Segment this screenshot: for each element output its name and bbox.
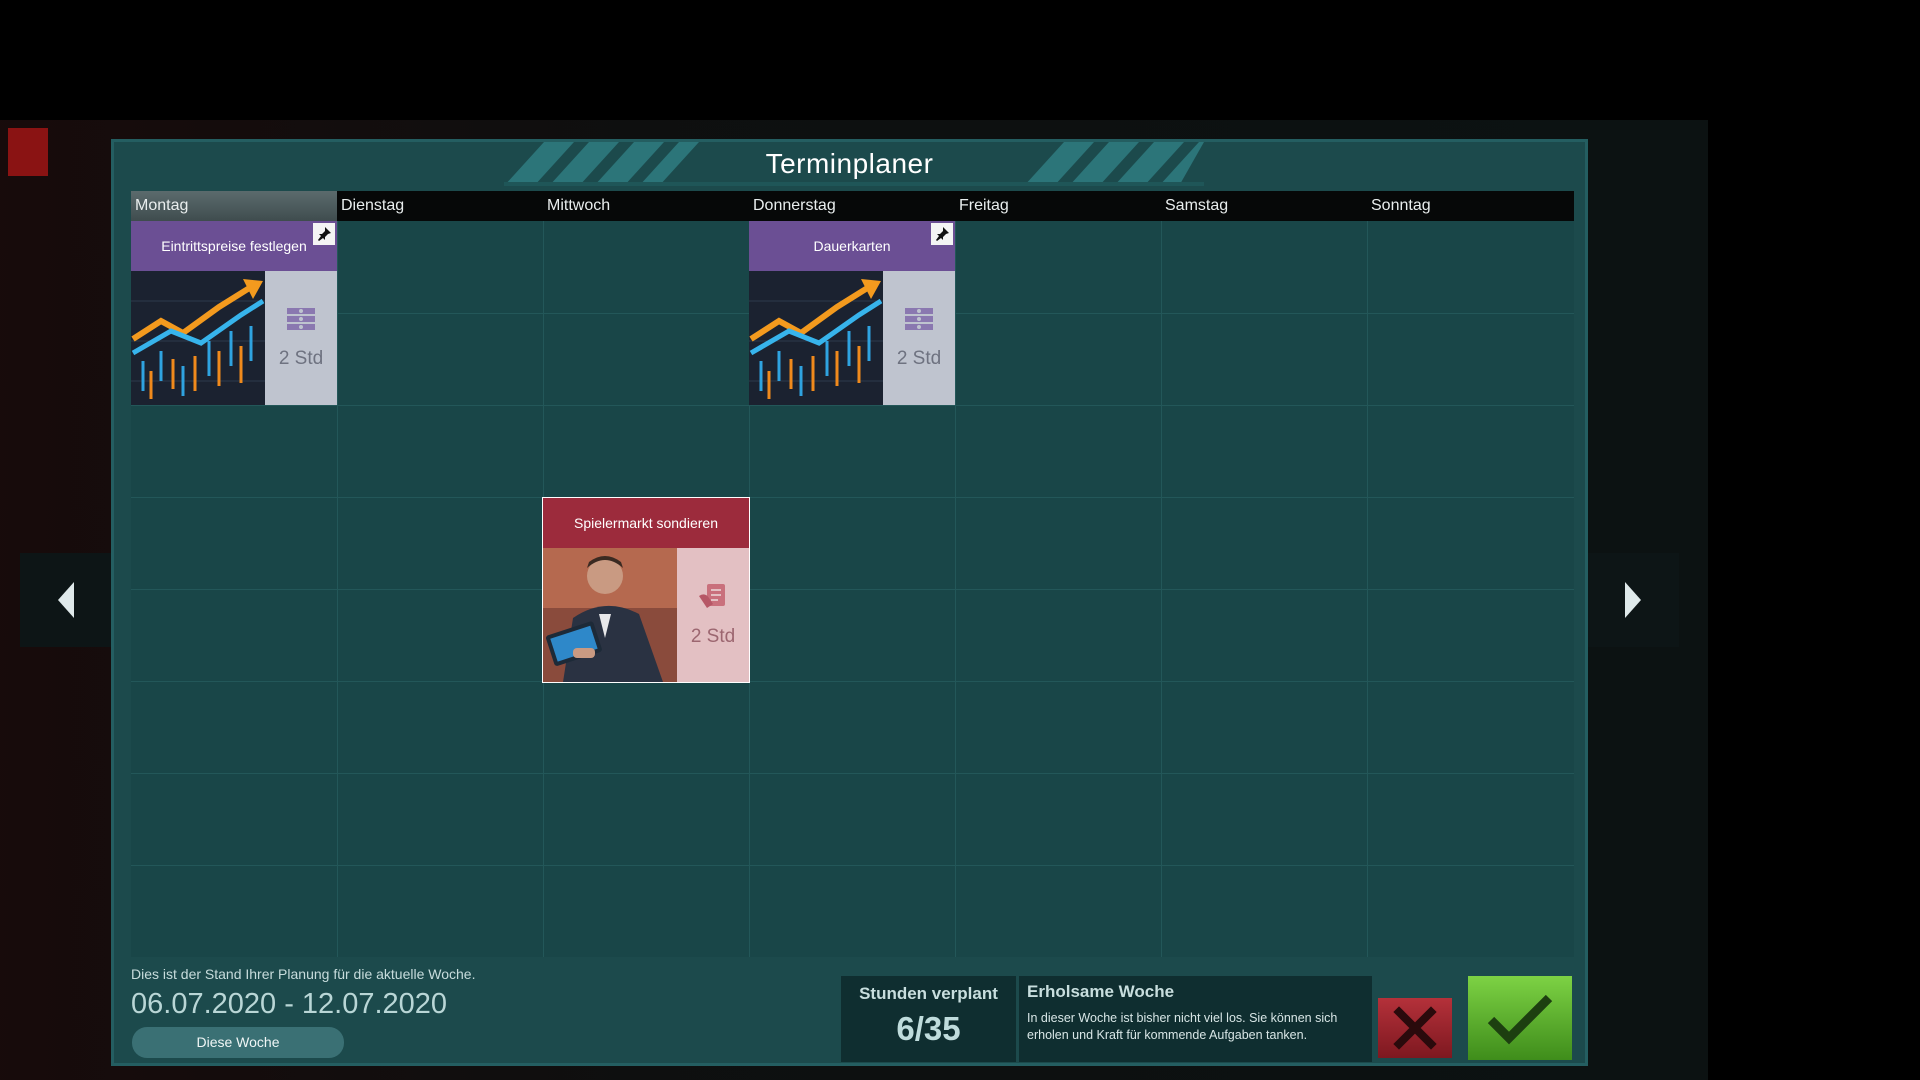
- hours-planned-value: 6/35: [896, 1010, 961, 1047]
- week-status-title: Erholsame Woche: [1027, 982, 1175, 1001]
- hours-planned-label: Stunden verplant: [859, 984, 998, 1003]
- background-badge: [8, 128, 48, 176]
- close-icon: [1393, 1006, 1437, 1050]
- grid-line: [131, 773, 1574, 774]
- day-header-sonntag[interactable]: Sonntag: [1367, 191, 1574, 221]
- day-header-dienstag[interactable]: Dienstag: [337, 191, 543, 221]
- pin-icon[interactable]: [313, 223, 335, 245]
- scheduler-dialog: Terminplaner Montag Dienstag Mittwoch Do…: [111, 139, 1588, 1066]
- planning-note: Dies ist der Stand Ihrer Planung für die…: [131, 966, 476, 982]
- task-title: Spielermarkt sondieren: [543, 498, 749, 548]
- week-grid: Montag Dienstag Mittwoch Donnerstag Frei…: [131, 191, 1574, 957]
- task-side-panel: 2 Std: [265, 271, 337, 405]
- hours-planned-panel: Stunden verplant 6/35: [841, 976, 1016, 1062]
- task-hours: 2 Std: [690, 626, 736, 647]
- day-header-mittwoch[interactable]: Mittwoch: [543, 191, 749, 221]
- day-header-samstag[interactable]: Samstag: [1161, 191, 1367, 221]
- task-card-dauerkarten[interactable]: Dauerkarten 2 Std: [749, 221, 955, 405]
- task-title: Eintrittspreise festlegen: [131, 221, 337, 271]
- task-title: Dauerkarten: [749, 221, 955, 271]
- businessman-tablet-image: [543, 548, 677, 682]
- grid-line: [131, 589, 1574, 590]
- footer-info: Dies ist der Stand Ihrer Planung für die…: [131, 966, 631, 1021]
- stock-chart-image: [749, 271, 883, 405]
- checkmark-icon: [1487, 994, 1553, 1045]
- cancel-button[interactable]: [1378, 998, 1452, 1058]
- week-status-text: In dieser Woche ist bisher nicht viel lo…: [1027, 1011, 1338, 1042]
- contract-hand-icon: [699, 584, 725, 608]
- grid-line: [131, 865, 1574, 866]
- previous-week-button[interactable]: [20, 553, 112, 647]
- this-week-button[interactable]: Diese Woche: [132, 1027, 344, 1058]
- task-hours: 2 Std: [896, 348, 942, 369]
- task-card-spielermarkt[interactable]: Spielermarkt sondieren 2 Std: [542, 497, 750, 683]
- week-status-panel: Erholsame Woche In dieser Woche ist bish…: [1019, 976, 1372, 1062]
- task-card-eintrittspreise[interactable]: Eintrittspreise festlegen 2 Std: [131, 221, 337, 405]
- next-week-button[interactable]: [1587, 553, 1679, 647]
- stock-chart-image: [131, 271, 265, 405]
- pin-icon[interactable]: [931, 223, 953, 245]
- task-side-panel: 2 Std: [677, 548, 749, 682]
- schedule-grid[interactable]: Eintrittspreise festlegen 2 Std Dauerkar…: [131, 221, 1574, 957]
- title-bar: Terminplaner: [114, 142, 1585, 192]
- day-header-donnerstag[interactable]: Donnerstag: [749, 191, 955, 221]
- day-header-freitag[interactable]: Freitag: [955, 191, 1161, 221]
- money-stack-icon: [905, 308, 933, 330]
- dialog-title: Terminplaner: [765, 148, 934, 179]
- confirm-button[interactable]: [1468, 976, 1572, 1060]
- grid-line: [131, 405, 1574, 406]
- grid-line: [131, 497, 1574, 498]
- arrow-left-icon: [58, 582, 74, 618]
- day-header-montag[interactable]: Montag: [131, 191, 337, 221]
- arrow-right-icon: [1625, 582, 1641, 618]
- day-header-row: Montag Dienstag Mittwoch Donnerstag Frei…: [131, 191, 1574, 221]
- date-range: 06.07.2020 - 12.07.2020: [131, 988, 448, 1020]
- grid-line: [131, 681, 1574, 682]
- money-stack-icon: [287, 308, 315, 330]
- task-hours: 2 Std: [278, 348, 324, 369]
- task-side-panel: 2 Std: [883, 271, 955, 405]
